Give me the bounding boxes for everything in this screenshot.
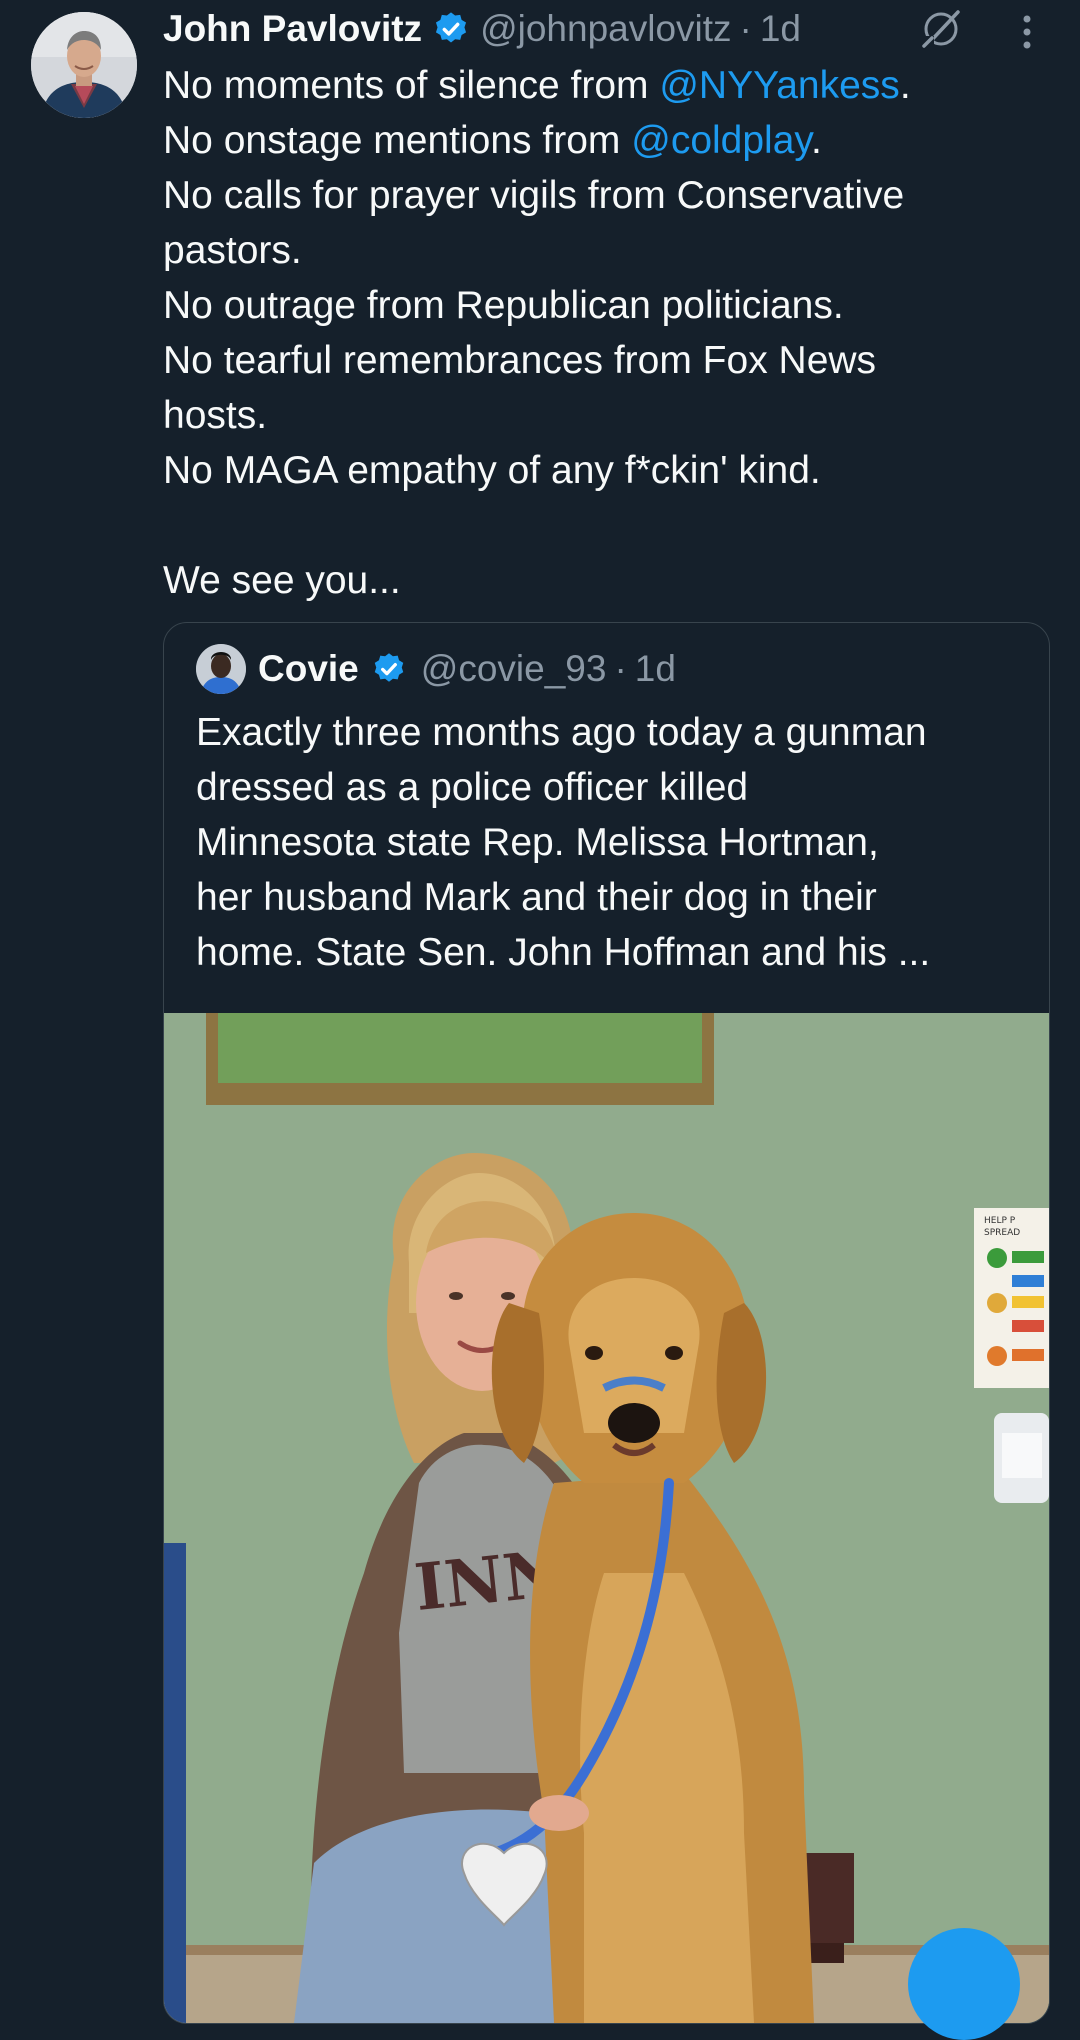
tweet-header: John Pavlovitz @johnpavlovitz · 1d bbox=[163, 0, 801, 58]
quoted-tweet-header: Covie @covie_93 · 1d bbox=[196, 643, 676, 695]
tweet[interactable]: John Pavlovitz @johnpavlovitz · 1d No mo… bbox=[0, 0, 1080, 2040]
quoted-tweet-line: home. State Sen. John Hoffman and his ..… bbox=[196, 931, 931, 974]
tweet-line: pastors. bbox=[163, 229, 302, 272]
quoted-tweet-line: Minnesota state Rep. Melissa Hortman, bbox=[196, 821, 879, 864]
quoted-tweet-timestamp[interactable]: 1d bbox=[635, 648, 676, 690]
quoted-tweet-photo[interactable]: HELP P SPREAD bbox=[164, 1013, 1049, 2023]
verified-badge-icon bbox=[371, 651, 407, 687]
tweet-line: hosts. bbox=[163, 394, 268, 437]
tweet-timestamp[interactable]: 1d bbox=[760, 8, 801, 50]
author-name[interactable]: John Pavlovitz bbox=[163, 8, 422, 50]
quoted-avatar-image bbox=[196, 644, 246, 694]
quoted-author-handle[interactable]: @covie_93 bbox=[421, 648, 607, 690]
quoted-tweet-text: Exactly three months ago today a gunman … bbox=[196, 705, 1026, 980]
quoted-author-avatar[interactable] bbox=[196, 644, 246, 694]
quoted-author-name[interactable]: Covie bbox=[258, 648, 359, 690]
tweet-line: No MAGA empathy of any f*ckin' kind. bbox=[163, 449, 821, 492]
photo-sign-text: SPREAD bbox=[984, 1228, 1020, 1238]
tweet-line: No calls for prayer vigils from Conserva… bbox=[163, 174, 905, 217]
text-segment: No onstage mentions from bbox=[163, 119, 632, 162]
tweet-line: No outrage from Republican politicians. bbox=[163, 284, 844, 327]
author-avatar-image bbox=[31, 12, 137, 118]
verified-badge-icon bbox=[432, 10, 470, 48]
grok-icon[interactable] bbox=[920, 6, 964, 50]
author-handle[interactable]: @johnpavlovitz bbox=[480, 8, 731, 50]
more-options-icon[interactable] bbox=[1012, 10, 1042, 54]
text-segment: . bbox=[811, 119, 822, 162]
separator-dot: · bbox=[739, 8, 752, 49]
quoted-tweet-line: her husband Mark and their dog in their bbox=[196, 876, 877, 919]
tweet-line: No moments of silence from @NYYankess. bbox=[163, 58, 1043, 113]
quoted-tweet-line: dressed as a police officer killed bbox=[196, 766, 749, 809]
quoted-tweet-line: Exactly three months ago today a gunman bbox=[196, 711, 927, 754]
mention-link[interactable]: @NYYankess bbox=[659, 64, 899, 107]
text-segment: . bbox=[899, 64, 911, 107]
text-segment: No moments of silence from bbox=[163, 64, 660, 107]
tweet-text: No moments of silence from @NYYankess. N… bbox=[163, 58, 1043, 608]
photo-sign-text: HELP P bbox=[984, 1216, 1016, 1226]
author-avatar[interactable] bbox=[31, 12, 137, 118]
tweet-closing-line: We see you... bbox=[163, 559, 401, 602]
quoted-tweet[interactable]: Covie @covie_93 · 1d Exactly three month… bbox=[163, 622, 1050, 2024]
mention-link[interactable]: @coldplay bbox=[631, 119, 811, 162]
tweet-line: No onstage mentions from @coldplay. bbox=[163, 113, 1043, 168]
tweet-line: No tearful remembrances from Fox News bbox=[163, 339, 877, 382]
compose-button[interactable] bbox=[908, 1928, 1020, 2040]
separator-dot: · bbox=[614, 648, 627, 689]
